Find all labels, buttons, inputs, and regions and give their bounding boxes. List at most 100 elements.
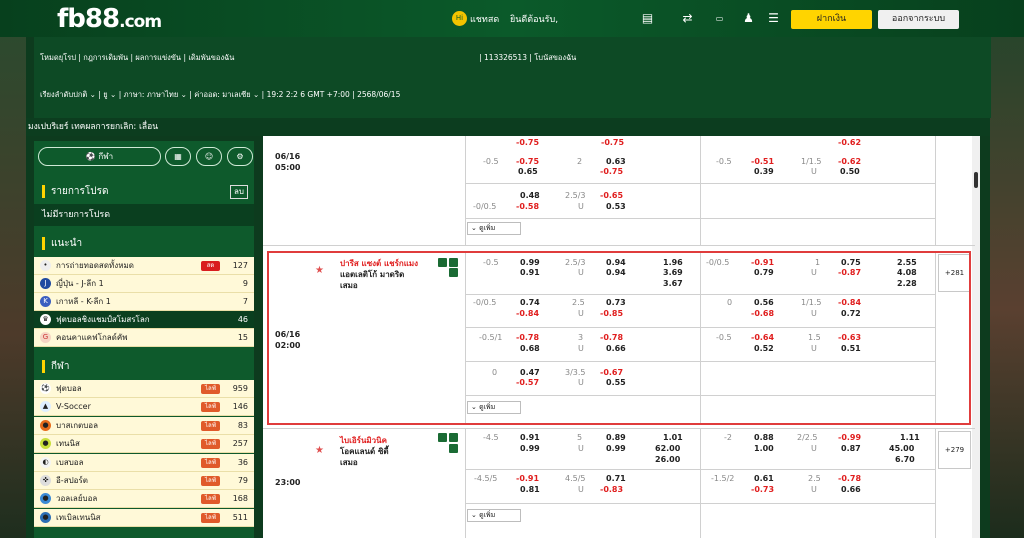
recommended-item[interactable]: K เกาหลี - K-ลีก 17 <box>34 293 254 311</box>
stats-icon[interactable] <box>438 433 447 442</box>
odds-value[interactable]: -0.51 <box>751 157 774 166</box>
odds-value[interactable]: 0.91 <box>520 433 540 442</box>
odds-value[interactable]: 1.01 <box>663 433 683 442</box>
odds-value[interactable]: 0.89 <box>606 433 626 442</box>
sport-item[interactable]: ⚽ ฟุตบอล ไลฟ์ 959 <box>34 380 254 398</box>
odds-select[interactable]: ค่าออด: มาเลเซีย <box>194 89 250 101</box>
league-icon: J <box>40 278 51 289</box>
nav-european-mode[interactable]: โหมดยุโรป <box>40 52 76 64</box>
odds-value[interactable]: 45.00 <box>889 444 914 453</box>
odds-value[interactable]: 0.99 <box>520 444 540 453</box>
live-tv-icon[interactable] <box>449 433 458 442</box>
odds-value[interactable]: 26.00 <box>655 455 680 464</box>
odds-value[interactable]: 1.00 <box>754 444 774 453</box>
nav-results[interactable]: ผลการแข่งขัน <box>135 52 181 64</box>
handicap-line: -4.5/5 <box>474 474 498 483</box>
betslip-tab-icon[interactable]: ▦ <box>165 147 191 166</box>
odds-value[interactable]: -0.62 <box>838 157 861 166</box>
match-date[interactable]: 06/16 <box>275 152 300 161</box>
odds-value[interactable]: -0.62 <box>838 138 861 147</box>
list-icon[interactable]: ☰ <box>766 11 781 26</box>
odds-value[interactable]: -0.75 <box>600 167 623 176</box>
odds-value[interactable]: -0.58 <box>516 202 539 211</box>
profile-icon[interactable]: ♟ <box>741 11 756 26</box>
language-select[interactable]: ภาษา: ภาษาไทย <box>124 89 179 101</box>
wallet-icon[interactable]: ▤ <box>640 11 655 26</box>
recommended-item[interactable]: G คอนคาแคฟโกลด์คัพ 15 <box>34 329 254 347</box>
sport-item[interactable]: ● เทนนิส ไลฟ์ 257 <box>34 435 254 454</box>
recommended-item-selected[interactable]: ♛ ฟุตบอลชิงแชมป์สโมสรโลก 46 <box>34 311 254 329</box>
odds-value[interactable]: -0.83 <box>600 485 623 494</box>
odds-value[interactable]: 0.88 <box>754 433 774 442</box>
live-chat-link[interactable]: แชทสด <box>470 12 499 26</box>
view-select[interactable]: ยู <box>103 89 107 101</box>
odds-value[interactable]: -0.91 <box>516 474 539 483</box>
odds-value[interactable]: 6.70 <box>895 455 915 464</box>
odds-value[interactable]: 0.63 <box>606 157 626 166</box>
odds-value[interactable]: 0.50 <box>840 167 860 176</box>
odds-value[interactable]: 0.48 <box>520 191 540 200</box>
nav-my-bets[interactable]: เดิมพันของฉัน <box>188 52 234 64</box>
nav-rules[interactable]: กฎการเดิมพัน <box>83 52 128 64</box>
recommended-item[interactable]: J ญี่ปุ่น - J-ลีก 19 <box>34 275 254 293</box>
sport-item[interactable]: ▲ V-Soccer ไลฟ์ 146 <box>34 398 254 417</box>
match-time[interactable]: 05:00 <box>275 163 300 172</box>
sport-item[interactable]: ● เทเบิลเทนนิส ไลฟ์ 511 <box>34 508 254 527</box>
odds-value[interactable]: 0.66 <box>841 485 861 494</box>
match-info-icon[interactable] <box>449 444 458 453</box>
favorites-clear-button[interactable]: ลบ <box>230 185 248 199</box>
live-stream-icon: • <box>40 260 51 271</box>
more-markets-button[interactable]: +279 <box>938 431 971 469</box>
trophy-icon: ♛ <box>40 314 51 325</box>
sport-item[interactable]: ◐ เบสบอล ไลฟ์ 36 <box>34 453 254 472</box>
odds-value[interactable]: 0.87 <box>841 444 861 453</box>
live-badge: ไลฟ์ <box>201 420 220 431</box>
more-bets-button[interactable]: ⌄ ดูเพิ่ม <box>467 222 521 235</box>
sports-header: กีฬา <box>34 356 254 378</box>
odds-value[interactable]: -0.75 <box>601 138 624 147</box>
sport-item[interactable]: ● บาสเกตบอล ไลฟ์ 83 <box>34 416 254 435</box>
nav-my-bonus[interactable]: โบนัสของฉัน <box>534 52 576 64</box>
sports-tab[interactable]: ⚽ กีฬา <box>38 147 161 166</box>
odds-value[interactable]: -0.75 <box>516 138 539 147</box>
news-ticker: มงเปบริเยร์ เทคผลการยกเลิก: เลื่อน <box>26 118 990 136</box>
odds-value[interactable]: 0.39 <box>754 167 774 176</box>
odds-value[interactable]: 0.65 <box>518 167 538 176</box>
odds-value[interactable]: 0.53 <box>606 202 626 211</box>
refresh-icon[interactable]: ⇄ <box>680 11 695 26</box>
chat-icon[interactable]: Hi <box>452 11 467 26</box>
live-badge: ไลฟ์ <box>201 512 220 523</box>
odds-value[interactable]: -0.99 <box>838 433 861 442</box>
odds-value[interactable]: -0.78 <box>838 474 861 483</box>
settings-gear-icon[interactable]: ⚙ <box>227 147 253 166</box>
favorite-star-icon[interactable]: ★ <box>315 445 324 456</box>
odds-value[interactable]: -0.73 <box>751 485 774 494</box>
sort-select[interactable]: เรียงลำดับปกติ <box>40 89 87 101</box>
odds-value[interactable]: 62.00 <box>655 444 680 453</box>
odds-value[interactable]: 0.81 <box>520 485 540 494</box>
background-right <box>990 30 1024 538</box>
odds-value[interactable]: 0.71 <box>606 474 626 483</box>
odds-value[interactable]: 1.11 <box>900 433 920 442</box>
nav-row-1: โหมดยุโรป | กฎการเดิมพัน | ผลการแข่งขัน … <box>40 52 577 64</box>
logo[interactable]: fb88.com <box>57 4 162 34</box>
odds-value: U <box>811 167 817 176</box>
odds-value[interactable]: 0.99 <box>606 444 626 453</box>
account-id: 113326513 <box>484 53 527 62</box>
odds-value: U <box>811 485 817 494</box>
draw-label[interactable]: เสมอ <box>340 456 358 469</box>
recommended-item[interactable]: • การถ่ายทอดสดทั้งหมด สด 127 <box>34 257 254 275</box>
promo-icon[interactable]: ▭ <box>709 11 730 26</box>
scrollbar[interactable] <box>972 136 980 538</box>
top-header: fb88.com Hi แชทสด ยินดีต้อนรับ, ▤ ⇄ ▭ ♟ … <box>0 0 1024 37</box>
more-bets-button[interactable]: ⌄ ดูเพิ่ม <box>467 509 521 522</box>
logout-button[interactable]: ออกจากระบบ <box>878 10 959 29</box>
sport-item[interactable]: ✜ อี-สปอร์ต ไลฟ์ 79 <box>34 472 254 490</box>
odds-value[interactable]: -0.75 <box>516 157 539 166</box>
odds-value[interactable]: -0.65 <box>600 191 623 200</box>
sport-item[interactable]: ● วอลเลย์บอล ไลฟ์ 168 <box>34 490 254 509</box>
deposit-button[interactable]: ฝากเงิน <box>791 10 872 29</box>
match-time[interactable]: 23:00 <box>275 478 300 487</box>
account-tab-icon[interactable]: ☺ <box>196 147 222 166</box>
odds-value[interactable]: 0.61 <box>754 474 774 483</box>
